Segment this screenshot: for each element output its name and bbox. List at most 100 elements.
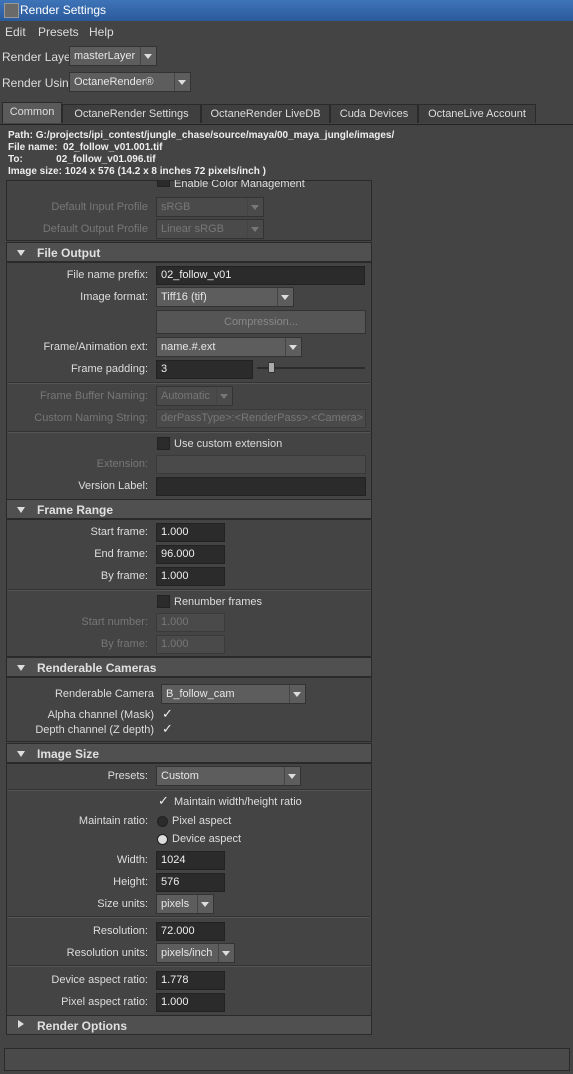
- tab-octanelive-account[interactable]: OctaneLive Account: [418, 104, 536, 123]
- compression-button[interactable]: Compression...: [156, 310, 366, 334]
- device-aspect-radio[interactable]: [157, 834, 168, 845]
- right-empty-area: [373, 180, 573, 1042]
- to-text: To: 02_follow_v01.096.tif: [8, 154, 156, 165]
- end-frame-input[interactable]: 96.000: [156, 545, 225, 564]
- maintain-ratio-check-label: Maintain width/height ratio: [174, 796, 302, 808]
- pixel-aspect-radio[interactable]: [157, 816, 168, 827]
- size-units-label: Size units:: [97, 898, 148, 910]
- pixel-aspect-ratio-input[interactable]: 1.000: [156, 993, 225, 1012]
- alpha-channel-label: Alpha channel (Mask): [47, 709, 154, 721]
- use-custom-ext-checkbox[interactable]: [157, 437, 170, 450]
- render-layer-dropdown[interactable]: masterLayer: [69, 46, 157, 66]
- extension-input[interactable]: [156, 455, 366, 474]
- resolution-units-label: Resolution units:: [66, 947, 148, 959]
- width-label: Width:: [116, 854, 148, 866]
- resolution-units-dropdown[interactable]: pixels/inch: [156, 943, 235, 963]
- use-custom-ext-label: Use custom extension: [174, 438, 283, 450]
- width-input[interactable]: 1024: [156, 851, 225, 870]
- chevron-down-icon: [218, 944, 234, 962]
- app-icon: [4, 3, 19, 18]
- menu-edit[interactable]: Edit: [5, 25, 26, 39]
- divider: [8, 431, 370, 433]
- ext-label: Frame/Animation ext:: [43, 341, 148, 353]
- tab-cuda-devices[interactable]: Cuda Devices: [330, 104, 418, 123]
- renumber-checkbox[interactable]: [157, 595, 170, 608]
- output-profile-label: Default Output Profile: [42, 223, 148, 235]
- bottom-status-bar: [4, 1048, 570, 1071]
- output-profile-dropdown[interactable]: Linear sRGB: [156, 219, 264, 239]
- presets-dropdown[interactable]: Custom: [156, 766, 301, 786]
- prefix-input[interactable]: 02_follow_v01: [156, 266, 365, 285]
- path-text: Path: G:/projects/ipi_contest/jungle_cha…: [8, 130, 395, 141]
- collapse-triangle-icon: [17, 751, 25, 757]
- input-profile-dropdown[interactable]: sRGB: [156, 197, 264, 217]
- by-frame2-input[interactable]: 1.000: [156, 635, 225, 654]
- height-label: Height:: [113, 876, 148, 888]
- tab-common[interactable]: Common: [2, 102, 62, 123]
- tab-bar: Common OctaneRender Settings OctaneRende…: [0, 102, 573, 124]
- padding-input[interactable]: 3: [156, 360, 253, 379]
- tab-octane-livedb[interactable]: OctaneRender LiveDB: [201, 104, 330, 123]
- chevron-down-icon: [247, 220, 263, 238]
- resolution-label: Resolution:: [92, 925, 148, 937]
- depth-channel-label: Depth channel (Z depth): [35, 724, 154, 736]
- size-units-dropdown[interactable]: pixels: [156, 894, 214, 914]
- start-frame-input[interactable]: 1.000: [156, 523, 225, 542]
- start-number-input[interactable]: 1.000: [156, 613, 225, 632]
- custom-naming-label: Custom Naming String:: [34, 412, 148, 424]
- resolution-input[interactable]: 72.000: [156, 922, 225, 941]
- chevron-down-icon: [289, 685, 305, 703]
- chevron-down-icon: [277, 288, 293, 306]
- render-using-dropdown[interactable]: OctaneRender®: [69, 72, 191, 92]
- buffer-naming-dropdown[interactable]: Automatic: [156, 386, 233, 406]
- image-size-title: Image Size: [37, 747, 100, 761]
- ext-dropdown[interactable]: name.#.ext: [156, 337, 302, 357]
- output-info: Path: G:/projects/ipi_contest/jungle_cha…: [0, 124, 573, 181]
- render-layer-label: Render Layer: [2, 50, 75, 64]
- end-frame-label: End frame:: [94, 548, 148, 560]
- custom-naming-input[interactable]: derPassType>:<RenderPass>.<Camera>: [156, 409, 366, 428]
- device-aspect-ratio-input[interactable]: 1.778: [156, 971, 225, 990]
- image-format-dropdown[interactable]: Tiff16 (tif): [156, 287, 294, 307]
- alpha-channel-checkbox[interactable]: ✓: [161, 707, 174, 721]
- chevron-down-icon: [247, 198, 263, 216]
- height-input[interactable]: 576: [156, 873, 225, 892]
- renderable-cameras-header[interactable]: Renderable Cameras: [6, 657, 372, 677]
- image-size-header[interactable]: Image Size: [6, 743, 372, 763]
- enable-color-mgmt-checkbox[interactable]: [157, 180, 170, 187]
- version-input[interactable]: [156, 477, 366, 496]
- window-title: Render Settings: [20, 3, 107, 17]
- render-using-label: Render Using: [2, 76, 76, 90]
- frame-range-title: Frame Range: [37, 503, 114, 517]
- divider: [8, 589, 370, 591]
- enable-color-mgmt-label: Enable Color Management: [174, 180, 305, 190]
- by-frame-input[interactable]: 1.000: [156, 567, 225, 586]
- tab-octane-settings[interactable]: OctaneRender Settings: [62, 104, 201, 123]
- buffer-naming-label: Frame Buffer Naming:: [39, 390, 148, 402]
- color-mgmt-clipped: Enable Color Management: [0, 180, 372, 192]
- depth-channel-checkbox[interactable]: ✓: [161, 722, 174, 736]
- padding-slider-handle[interactable]: [268, 362, 275, 373]
- maintain-ratio-label: Maintain ratio:: [78, 815, 148, 827]
- start-frame-label: Start frame:: [90, 526, 148, 538]
- renderable-camera-dropdown[interactable]: B_follow_cam: [161, 684, 306, 704]
- maintain-ratio-checkbox[interactable]: ✓: [157, 794, 170, 808]
- render-options-title: Render Options: [37, 1019, 128, 1033]
- renderable-cameras-title: Renderable Cameras: [37, 661, 157, 675]
- chevron-down-icon: [140, 47, 156, 65]
- collapse-triangle-icon: [17, 665, 25, 671]
- title-bar: Render Settings: [0, 0, 573, 21]
- device-aspect-ratio-label: Device aspect ratio:: [51, 974, 148, 986]
- input-profile-label: Default Input Profile: [51, 201, 148, 213]
- divider: [8, 965, 370, 967]
- menu-help[interactable]: Help: [89, 25, 114, 39]
- menu-presets[interactable]: Presets: [38, 25, 79, 39]
- frame-range-header[interactable]: Frame Range: [6, 499, 372, 519]
- by-frame-label: By frame:: [100, 570, 148, 582]
- presets-label: Presets:: [107, 770, 148, 782]
- render-options-header[interactable]: Render Options: [6, 1015, 372, 1035]
- file-output-header[interactable]: File Output: [6, 242, 372, 262]
- pixel-aspect-ratio-label: Pixel aspect ratio:: [61, 996, 148, 1008]
- version-label: Version Label:: [78, 480, 148, 492]
- chevron-down-icon: [285, 338, 301, 356]
